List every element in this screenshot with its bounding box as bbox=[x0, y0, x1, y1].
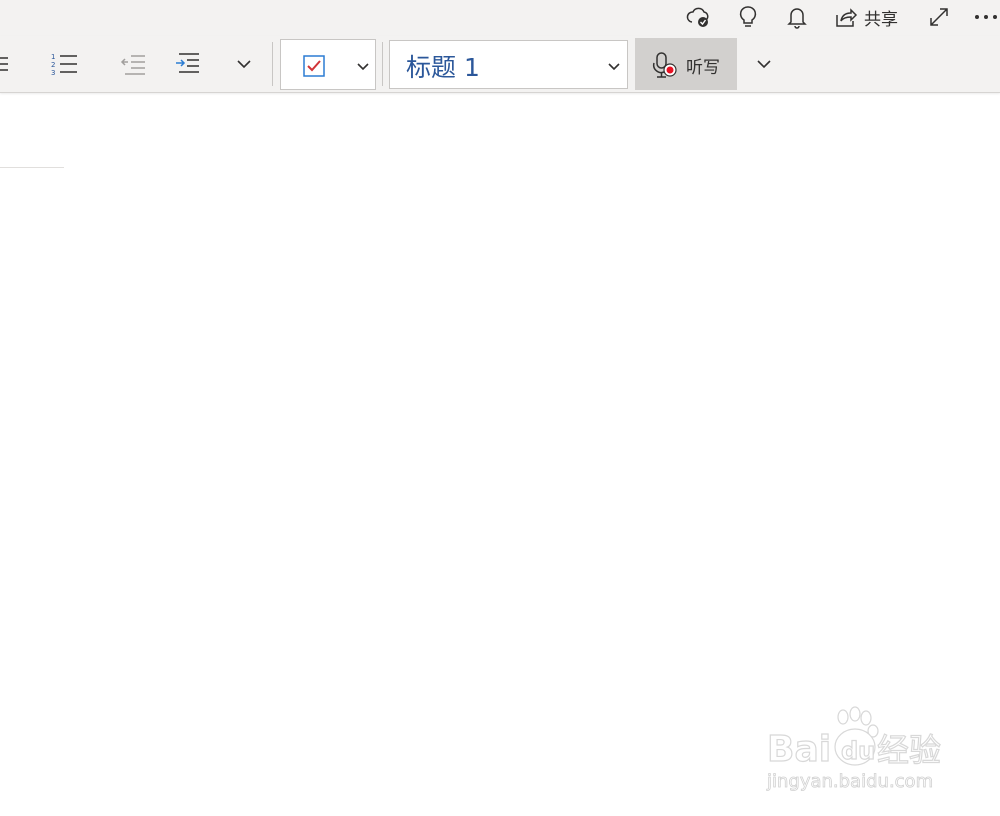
svg-text:1: 1 bbox=[51, 53, 55, 61]
style-dropdown[interactable]: 标题 1 bbox=[389, 40, 628, 89]
tag-dropdown[interactable] bbox=[280, 39, 376, 90]
bullet-list-icon[interactable] bbox=[0, 50, 10, 78]
increase-indent-icon[interactable] bbox=[170, 50, 204, 78]
chevron-down-icon[interactable] bbox=[351, 53, 375, 79]
watermark-brand-cn: 经验 bbox=[877, 731, 941, 769]
watermark-brand-latin: Bai bbox=[767, 729, 831, 770]
bell-icon[interactable] bbox=[783, 3, 811, 31]
watermark-url: jingyan.baidu.com bbox=[766, 771, 933, 792]
numbered-list-icon[interactable]: 123 bbox=[46, 50, 82, 78]
dictate-button[interactable]: 听写 bbox=[635, 38, 737, 90]
svg-text:2: 2 bbox=[51, 61, 55, 69]
page-title-underline bbox=[0, 167, 64, 168]
todo-checkbox-icon bbox=[301, 53, 327, 79]
chevron-down-icon[interactable] bbox=[602, 53, 626, 79]
dictate-button-label: 听写 bbox=[686, 58, 720, 78]
toolbar-divider bbox=[272, 42, 273, 86]
share-icon[interactable] bbox=[832, 3, 860, 31]
expand-icon[interactable] bbox=[925, 3, 953, 31]
toolbar-divider bbox=[382, 42, 383, 86]
title-bar: 共享 bbox=[0, 0, 1000, 36]
decrease-indent-icon[interactable] bbox=[116, 50, 150, 78]
cloud-sync-icon[interactable] bbox=[684, 3, 714, 31]
svg-text:3: 3 bbox=[51, 69, 55, 77]
baidu-jingyan-watermark: Bai du 经验 jingyan.baidu.com bbox=[765, 705, 955, 800]
style-dropdown-value: 标题 1 bbox=[406, 53, 480, 82]
ribbon-toolbar: 123 标题 1 听写 bbox=[0, 36, 1000, 93]
share-button-label[interactable]: 共享 bbox=[864, 5, 898, 30]
lightbulb-icon[interactable] bbox=[734, 3, 762, 31]
microphone-record-icon bbox=[651, 50, 679, 80]
more-icon[interactable] bbox=[972, 3, 1000, 31]
chevron-down-icon[interactable] bbox=[230, 50, 258, 78]
dictate-options-chevron-icon[interactable] bbox=[750, 50, 778, 78]
watermark-brand-paw-text: du bbox=[841, 737, 875, 765]
